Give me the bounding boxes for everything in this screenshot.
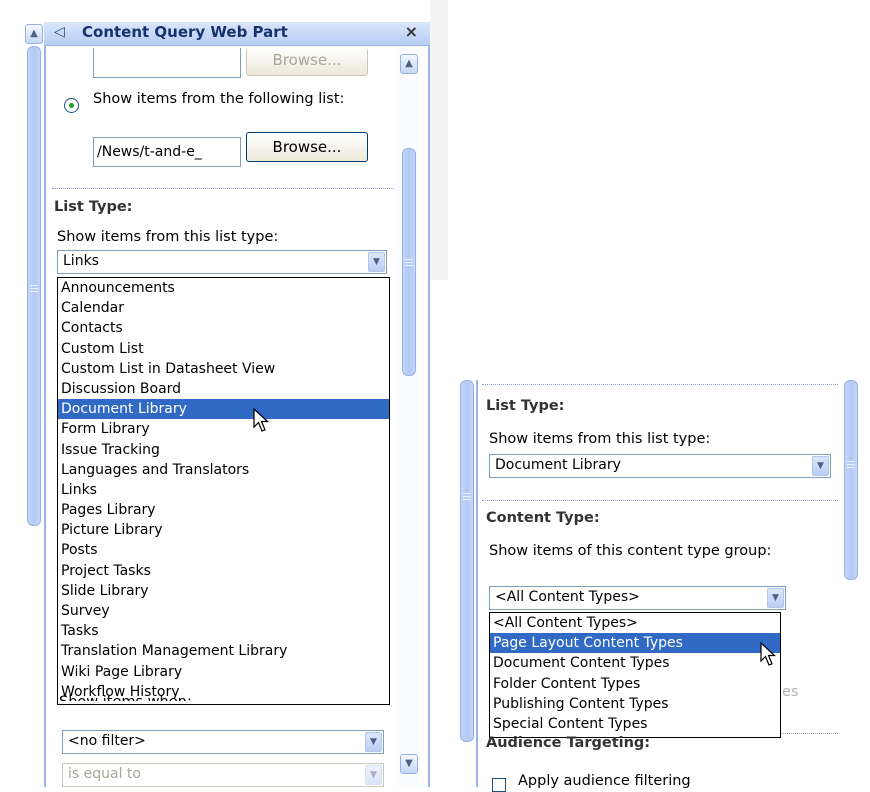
background-strip [430,0,448,280]
chevron-down-icon[interactable]: ▼ [368,252,385,272]
panel-scroll-thumb[interactable] [844,380,858,580]
list-item[interactable]: Folder Content Types [490,674,780,694]
list-type-select[interactable]: Document Library ▼ [489,454,831,478]
left-tool-pane: ▲ ◁ Content Query Web Part × ▲ ▼ Browse.… [0,0,450,787]
list-item[interactable]: Calendar [58,298,389,318]
radio-show-from-list-label: Show items from the following list: [93,91,345,107]
list-item-selected[interactable]: Document Library [58,399,389,420]
chevron-down-icon[interactable]: ▼ [767,588,784,608]
section-divider [482,500,838,501]
filter-field-select[interactable]: <no filter> ▼ [62,730,384,754]
panel-scroll-down-button[interactable]: ▼ [400,754,418,774]
browse-site-button[interactable]: Browse... [246,48,368,76]
page-scroll-up-button[interactable]: ▲ [25,24,43,44]
chevron-down-icon[interactable]: ▼ [365,732,382,752]
close-icon[interactable]: × [405,22,418,41]
list-item[interactable]: Publishing Content Types [490,694,780,714]
list-item[interactable]: Form Library [58,419,389,439]
list-item[interactable]: Project Tasks [58,561,389,581]
list-item[interactable]: Translation Management Library [58,641,389,661]
list-item[interactable]: Document Content Types [490,653,780,673]
list-item[interactable]: Special Content Types [490,714,780,734]
site-url-input[interactable] [93,48,241,78]
section-divider [52,188,394,189]
browse-list-button[interactable]: Browse... [246,132,368,162]
content-type-heading: Content Type: [486,510,600,526]
radio-show-from-list[interactable] [64,98,79,113]
mouse-pointer-icon [253,408,270,432]
panel-title: Content Query Web Part [82,23,288,41]
list-item-selected[interactable]: Page Layout Content Types [490,633,780,654]
show-items-when-label: Show items when: [59,691,192,701]
list-item[interactable]: Announcements [58,278,389,298]
audience-filter-checkbox[interactable] [492,778,506,792]
content-type-select[interactable]: <All Content Types> ▼ [489,586,786,610]
list-item[interactable]: Wiki Page Library [58,662,389,682]
chevron-down-icon[interactable]: ▼ [812,456,829,476]
list-type-label: Show items from this list type: [57,229,279,245]
section-divider [482,384,838,385]
mouse-pointer-icon [760,642,777,666]
filter-operator-select[interactable]: is equal to ▼ [62,763,384,787]
list-type-label: Show items from this list type: [489,431,711,447]
list-item[interactable]: Links [58,480,389,500]
section-divider [781,733,838,734]
list-item[interactable]: Survey [58,601,389,621]
list-item[interactable]: Slide Library [58,581,389,601]
list-type-heading: List Type: [54,199,133,215]
list-item[interactable]: Tasks [58,621,389,641]
list-item[interactable]: Custom List in Datasheet View [58,359,389,379]
right-tool-pane: List Type: Show items from this list typ… [456,380,870,792]
collapse-arrow-icon[interactable]: ◁ [54,24,65,40]
list-path-input[interactable]: /News/t-and-e_ [93,137,241,167]
list-item[interactable]: Picture Library [58,520,389,540]
content-type-label: Show items of this content type group: [489,543,772,559]
list-type-dropdown[interactable]: Announcements Calendar Contacts Custom L… [57,277,390,705]
hidden-text-fragment: es [782,684,799,700]
content-type-dropdown[interactable]: <All Content Types> Page Layout Content … [489,612,781,738]
audience-targeting-heading: Audience Targeting: [486,735,651,751]
list-item[interactable]: Discussion Board [58,379,389,399]
list-item[interactable]: Posts [58,540,389,560]
page-scroll-thumb[interactable] [460,380,474,742]
panel-scroll-up-button[interactable]: ▲ [400,54,418,74]
list-type-select[interactable]: Links ▼ [57,250,387,274]
list-item[interactable]: Pages Library [58,500,389,520]
chevron-down-icon[interactable]: ▼ [365,765,382,785]
list-item[interactable]: Languages and Translators [58,460,389,480]
list-item[interactable]: <All Content Types> [490,613,780,633]
page-scroll-thumb[interactable] [27,46,41,526]
list-item[interactable]: Issue Tracking [58,440,389,460]
panel-title-bar: ◁ Content Query Web Part × [44,22,430,46]
list-item[interactable]: Contacts [58,318,389,338]
list-type-heading: List Type: [486,398,565,414]
list-item[interactable]: Custom List [58,339,389,359]
panel-scroll-thumb[interactable] [402,148,416,376]
